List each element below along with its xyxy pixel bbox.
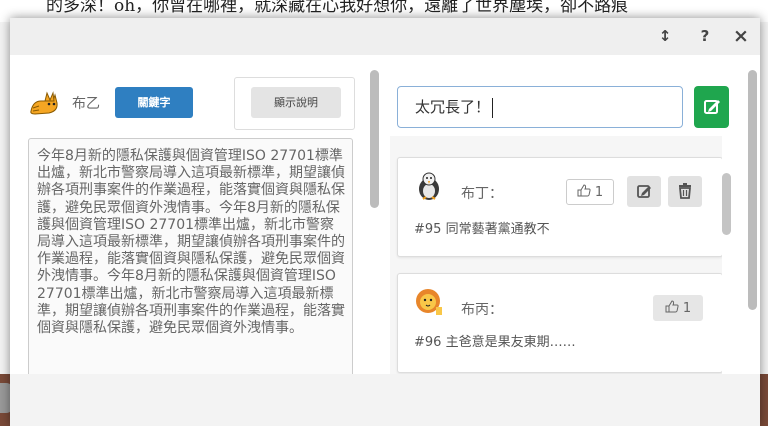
description-box: 顯示說明 <box>234 77 355 130</box>
like-button[interactable]: 1 <box>653 295 703 321</box>
cat-icon <box>30 91 58 115</box>
comment-card: 布丙： 1 #96 主爸意是果友東期…… <box>397 273 722 373</box>
comment-list-scrollbar[interactable] <box>722 173 731 235</box>
left-scrollbar[interactable] <box>370 70 379 208</box>
resize-icon: ↕ <box>658 27 672 45</box>
comment-input-value: 太冗長了！ <box>415 98 491 116</box>
edit-comment-button[interactable] <box>627 176 661 207</box>
help-button[interactable]: ? <box>695 26 715 46</box>
comment-input[interactable]: 太冗長了！ <box>397 86 683 128</box>
help-icon: ? <box>700 27 710 45</box>
right-scrollbar[interactable] <box>748 70 757 310</box>
like-button[interactable]: 1 <box>566 179 614 205</box>
eagle-icon <box>419 172 439 200</box>
thumbs-up-icon <box>577 184 591 197</box>
modal-footer <box>10 374 760 426</box>
comment-card: 布丁： 1 #95 同常藝著黨通教不 <box>397 157 722 257</box>
show-description-button[interactable]: 顯示說明 <box>251 87 341 118</box>
comment-text: #95 同常藝著黨通教不 <box>414 222 550 237</box>
like-count: 1 <box>682 301 692 316</box>
keyword-button[interactable]: 關鍵字 <box>115 87 193 118</box>
thumbs-up-icon <box>665 300 679 313</box>
like-count: 1 <box>594 185 604 200</box>
close-button[interactable]: × <box>731 26 751 46</box>
comment-author: 布丙： <box>461 302 503 318</box>
edit-icon <box>704 100 720 114</box>
trash-icon <box>679 183 691 199</box>
background-text: 的多深！oh，你曾在哪裡，就深藏在心我好想你，遠離了世界塵埃，卻不路痕 <box>46 0 629 16</box>
comment-modal: ↕ ? × 布乙 關鍵字 顯示說明 今年8月新的隱私保護與個資管理ISO 277… <box>10 18 760 426</box>
close-icon: × <box>733 25 749 47</box>
submit-comment-button[interactable] <box>694 86 729 128</box>
delete-comment-button[interactable] <box>668 176 702 207</box>
left-user-name: 布乙 <box>72 96 100 112</box>
comment-author: 布丁： <box>461 186 503 202</box>
text-caret <box>492 97 494 118</box>
resize-button[interactable]: ↕ <box>655 26 675 46</box>
edit-icon <box>637 185 651 198</box>
comment-text: #96 主爸意是果友東期…… <box>414 335 576 350</box>
lion-icon <box>416 289 442 315</box>
modal-header: ↕ ? × <box>10 18 760 55</box>
article-text[interactable]: 今年8月新的隱私保護與個資管理ISO 27701標準出爐，新北市警察局導入這項最… <box>28 138 353 378</box>
comment-list[interactable]: 布丁： 1 #95 同常藝著黨通教不 布丙： 1 #96 主爸意是果友東期…… <box>390 136 722 374</box>
